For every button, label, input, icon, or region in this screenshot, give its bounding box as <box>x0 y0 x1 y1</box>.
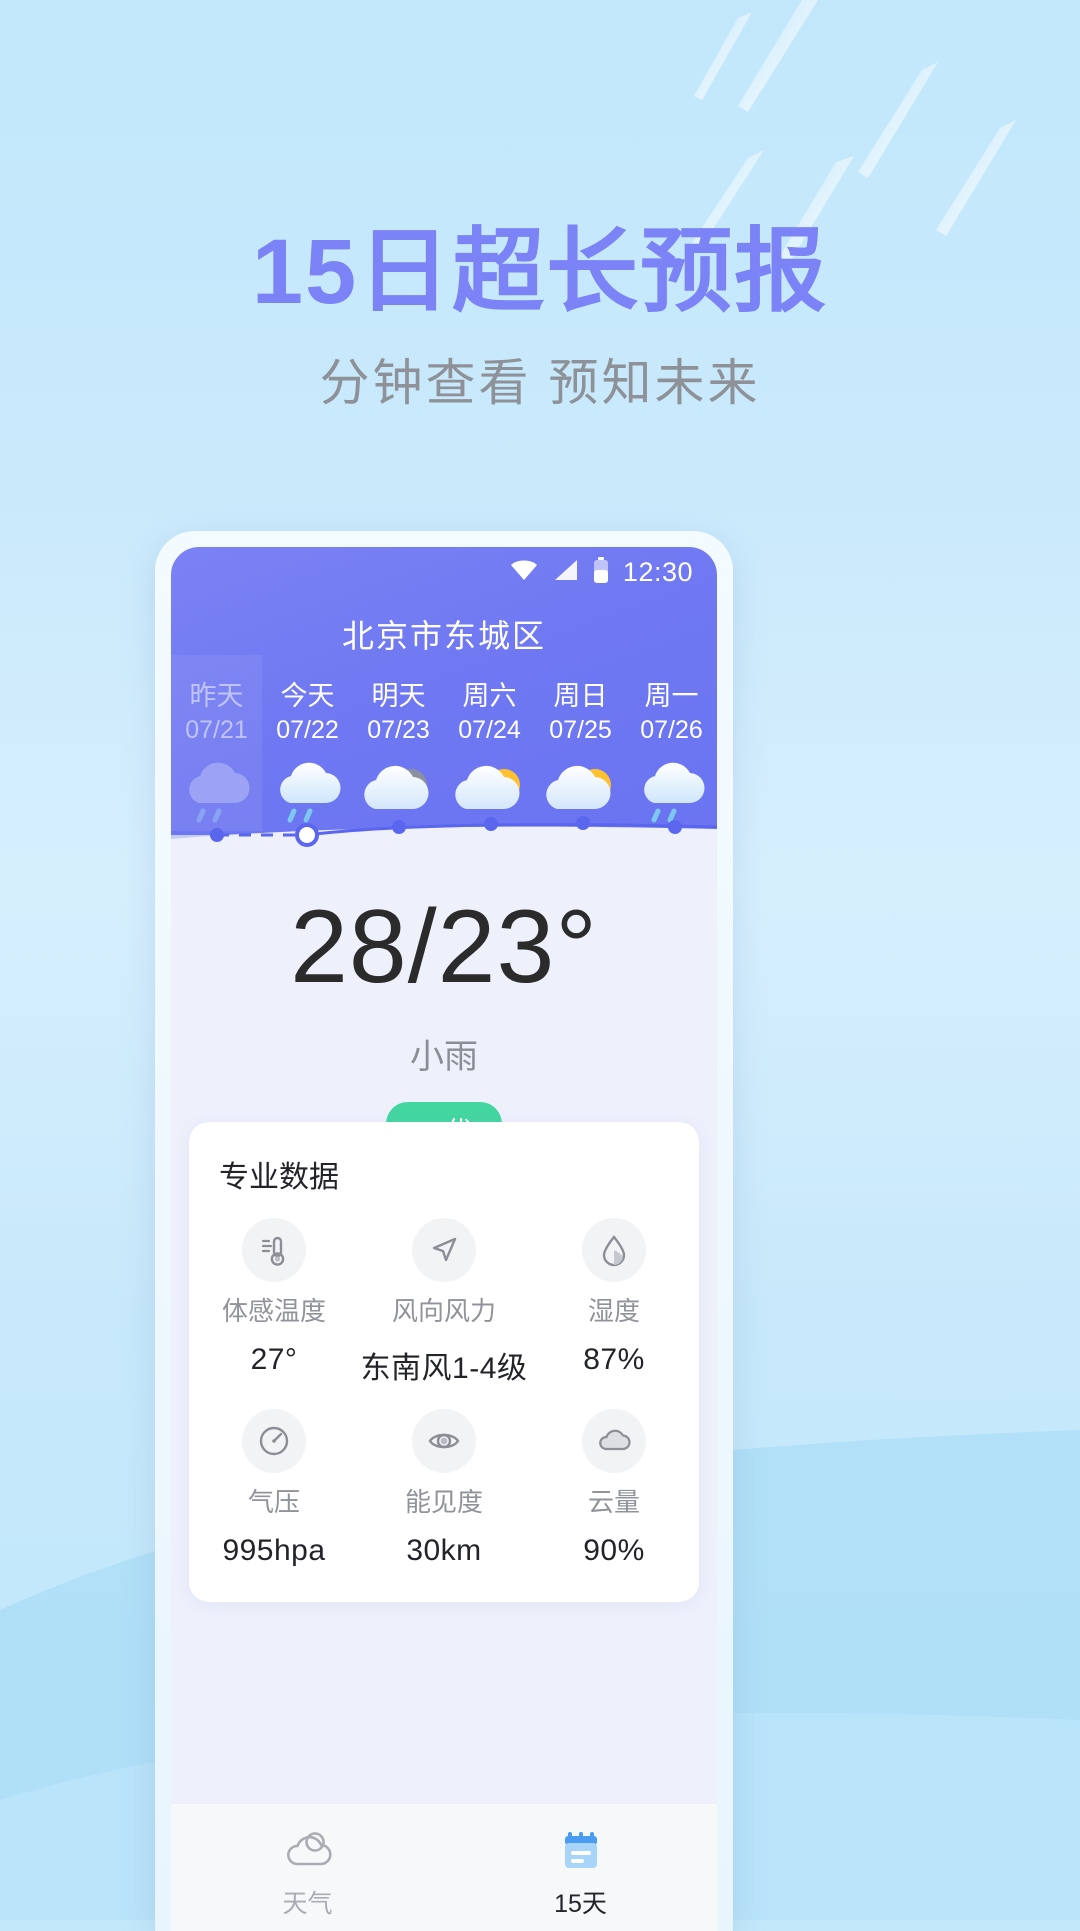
day-forecast-strip[interactable]: 昨天 07/21 今天 07/22 明天 07/23 周六 07/24 周日 0… <box>171 655 717 834</box>
city-title[interactable]: 北京市东城区 <box>171 611 717 657</box>
day-name: 明天 <box>371 681 426 711</box>
promo-subheadline: 分钟查看 预知未来 <box>319 355 761 411</box>
metric-label: 体感温度 <box>221 1296 326 1326</box>
metric-visibility[interactable]: 能见度 30km <box>359 1409 529 1568</box>
wind-direction-icon <box>412 1218 476 1282</box>
visibility-eye-icon <box>412 1409 476 1474</box>
wifi-icon <box>509 559 539 586</box>
promo-copy: 15日超长预报 分钟查看 预知未来 <box>0 226 1080 408</box>
day-name: 今天 <box>280 681 335 711</box>
cloudy-icon <box>353 756 444 834</box>
day-item-today[interactable]: 今天 07/22 <box>262 681 353 834</box>
current-temperature: 28/23° <box>290 889 598 1005</box>
metric-value: 30km <box>406 1534 482 1568</box>
sun-cloud-icon <box>535 756 626 834</box>
metric-row: 体感温度 27° 风向风力 东南风1-4级 湿度 87% <box>189 1218 699 1387</box>
status-bar: 12:30 <box>171 547 717 597</box>
metric-label: 气压 <box>247 1487 300 1518</box>
day-date: 07/25 <box>549 716 612 745</box>
metric-pressure[interactable]: 气压 995hpa <box>189 1409 359 1568</box>
phone-screen: 12:30 北京市东城区 昨天 07/21 今天 07/22 明天 07/23 … <box>171 547 717 1931</box>
cloud-outline-icon <box>171 1822 444 1880</box>
sun-cloud-icon <box>444 756 535 834</box>
day-name: 昨天 <box>189 681 244 711</box>
tab-weather[interactable]: 天气 <box>171 1822 444 1920</box>
day-item-saturday[interactable]: 周六 07/24 <box>444 681 535 834</box>
bottom-tab-bar: 天气 15天 <box>171 1803 717 1931</box>
day-item-sunday[interactable]: 周日 07/25 <box>535 681 626 834</box>
tab-15days[interactable]: 15天 <box>444 1822 717 1920</box>
pro-data-card: 专业数据 体感温度 27° 风向风力 东南风1-4级 湿度 87% 气压 995… <box>189 1122 699 1603</box>
day-item-tomorrow[interactable]: 明天 07/23 <box>353 681 444 834</box>
rain-cloud-icon <box>262 756 353 834</box>
pressure-gauge-icon <box>242 1409 306 1474</box>
pro-data-title: 专业数据 <box>219 1161 339 1194</box>
day-item-monday[interactable]: 周一 07/26 <box>626 681 717 834</box>
day-name: 周六 <box>462 681 517 711</box>
tab-label: 天气 <box>282 1890 333 1918</box>
metric-value: 27° <box>250 1343 298 1377</box>
day-name: 周一 <box>644 681 699 711</box>
day-name: 周日 <box>553 681 608 711</box>
metric-value: 东南风1-4级 <box>360 1352 528 1386</box>
metric-label: 湿度 <box>587 1296 640 1326</box>
metric-humidity[interactable]: 湿度 87% <box>529 1218 699 1387</box>
metric-row: 气压 995hpa 能见度 30km 云量 90% <box>189 1409 699 1568</box>
day-date: 07/21 <box>185 716 248 745</box>
metric-value: 995hpa <box>222 1534 326 1568</box>
rain-cloud-icon <box>626 756 717 834</box>
tab-label: 15天 <box>554 1890 607 1918</box>
metric-cloud-cover[interactable]: 云量 90% <box>529 1409 699 1568</box>
day-date: 07/24 <box>458 716 521 745</box>
day-date: 07/22 <box>276 716 339 745</box>
humidity-drop-icon <box>582 1218 646 1282</box>
metric-apparent-temperature[interactable]: 体感温度 27° <box>189 1218 359 1387</box>
day-item-yesterday[interactable]: 昨天 07/21 <box>171 655 262 834</box>
current-conditions: 28/23° 小雨 42优 <box>171 847 717 1157</box>
metric-value: 87% <box>583 1343 645 1377</box>
battery-icon <box>593 556 609 588</box>
phone-mockup: 12:30 北京市东城区 昨天 07/21 今天 07/22 明天 07/23 … <box>155 531 733 1931</box>
thermometer-icon <box>242 1218 306 1282</box>
metric-label: 能见度 <box>404 1487 483 1518</box>
day-date: 07/23 <box>367 716 430 745</box>
metric-value: 90% <box>583 1534 645 1568</box>
promo-headline: 15日超长预报 <box>251 221 829 323</box>
rain-cloud-icon <box>171 756 262 834</box>
current-condition: 小雨 <box>410 1038 478 1076</box>
metric-label: 风向风力 <box>391 1296 496 1326</box>
cloud-icon <box>582 1409 646 1474</box>
status-bar-time: 12:30 <box>622 556 693 587</box>
metric-label: 云量 <box>587 1487 640 1518</box>
day-date: 07/26 <box>640 716 703 745</box>
calendar-icon <box>444 1822 717 1880</box>
header-content: 12:30 北京市东城区 昨天 07/21 今天 07/22 明天 07/23 … <box>171 547 717 834</box>
metric-wind[interactable]: 风向风力 东南风1-4级 <box>359 1218 529 1387</box>
signal-icon <box>553 559 579 586</box>
